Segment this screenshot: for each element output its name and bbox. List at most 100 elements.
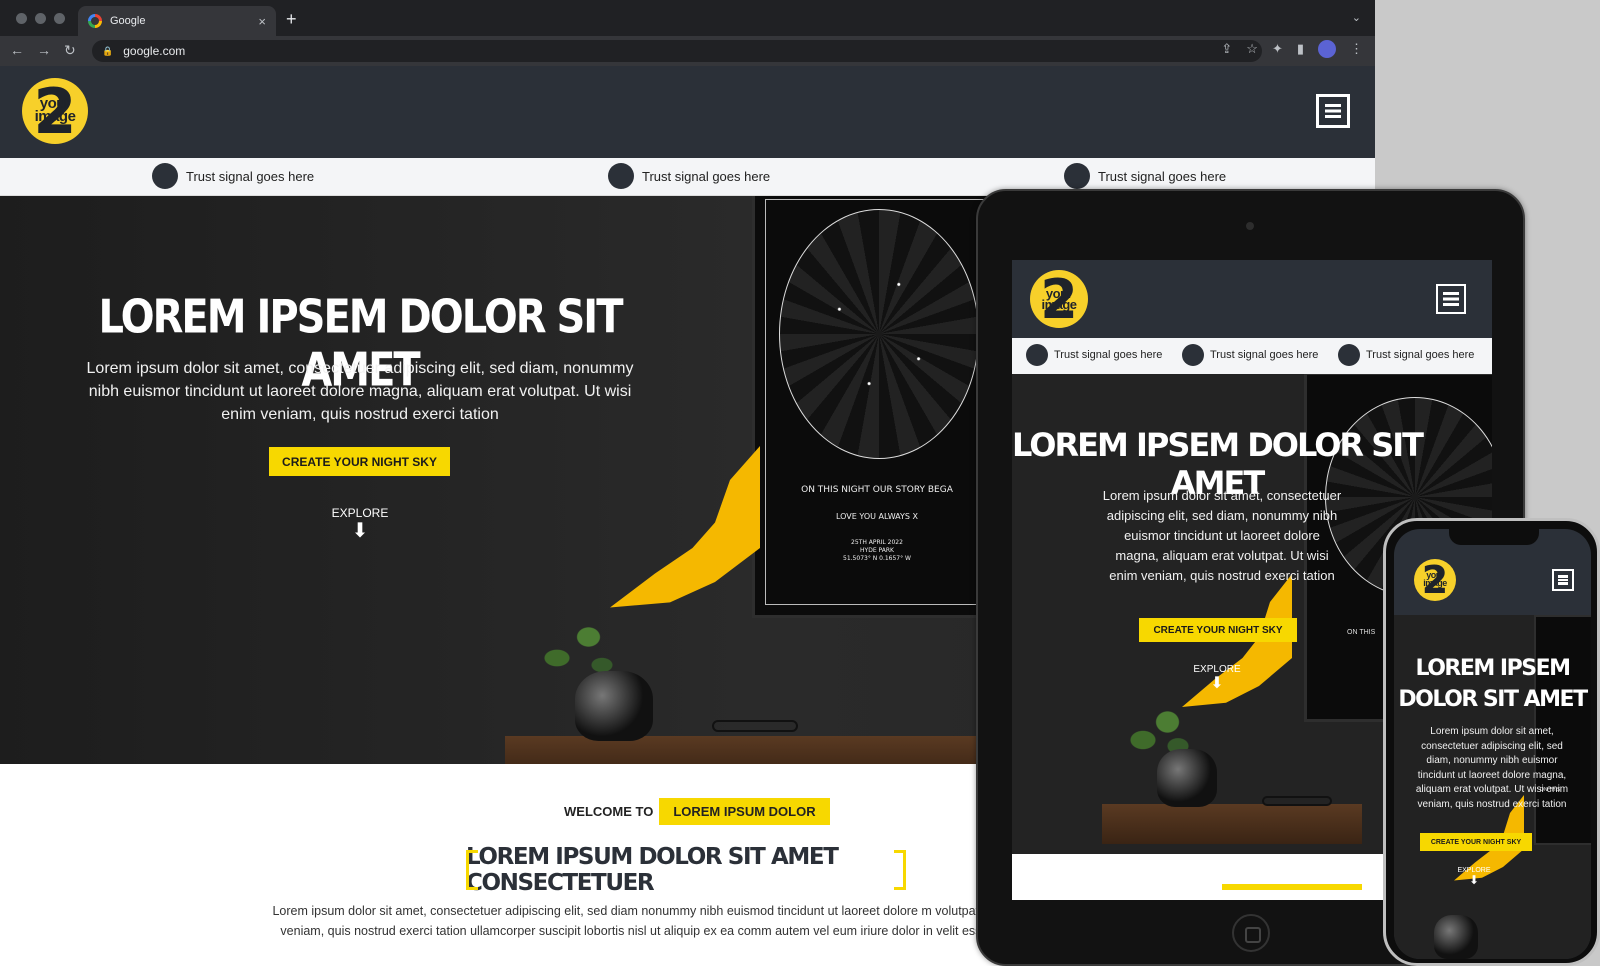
explore-label: EXPLORE bbox=[1193, 664, 1241, 675]
trust-badge-icon bbox=[1026, 344, 1048, 366]
trust-signal-label: Trust signal goes here bbox=[1054, 349, 1163, 361]
brand-logo[interactable]: 2 your image bbox=[1414, 559, 1456, 601]
welcome-highlight-peek bbox=[1222, 884, 1362, 890]
wooden-shelf-image bbox=[505, 736, 1005, 764]
address-toolbar: ← → ↻ 🔒 google.com ⇪ ☆ ✦ ▮ ⋮ bbox=[0, 36, 1375, 66]
section-title-text: LOREM IPSUM DOLOR SIT AMET CONSECTETUER bbox=[466, 844, 839, 896]
tablet-site-header: 2 your image bbox=[1012, 260, 1492, 338]
phone-mockup: 2 your image ON THIS LOREM IPSEM DOLOR S… bbox=[1383, 518, 1600, 966]
back-icon[interactable]: ← bbox=[10, 42, 24, 58]
yellow-brush-stroke bbox=[610, 446, 760, 608]
trust-signal-label: Trust signal goes here bbox=[642, 168, 771, 184]
window-controls bbox=[16, 13, 65, 24]
google-favicon-icon bbox=[88, 14, 102, 28]
trust-badge-icon bbox=[608, 163, 634, 189]
phone-screen: 2 your image ON THIS LOREM IPSEM DOLOR S… bbox=[1394, 529, 1591, 959]
minimize-window-button[interactable] bbox=[35, 13, 46, 24]
forward-icon[interactable]: → bbox=[37, 42, 51, 58]
browser-tab[interactable]: Google × bbox=[78, 6, 276, 36]
poster-line: HYDE PARK bbox=[860, 547, 894, 554]
trust-signal-label: Trust signal goes here bbox=[1210, 349, 1319, 361]
brand-logo[interactable]: 2 your image bbox=[1030, 270, 1088, 328]
hamburger-menu-icon[interactable] bbox=[1436, 284, 1466, 314]
hero-body: Lorem ipsum dolor sit amet, consectetuer… bbox=[86, 360, 634, 423]
site-header: 2 your image bbox=[0, 66, 1375, 158]
hero-body: Lorem ipsum dolor sit amet, consectetuer… bbox=[1102, 488, 1342, 583]
vase-image bbox=[575, 671, 653, 741]
tablet-camera bbox=[1246, 222, 1254, 230]
hamburger-menu-icon[interactable] bbox=[1316, 94, 1350, 128]
trust-signal: Trust signal goes here bbox=[1338, 344, 1474, 366]
url-text: google.com bbox=[123, 44, 186, 58]
address-bar[interactable]: 🔒 google.com bbox=[92, 40, 1262, 62]
trust-signal: Trust signal goes here bbox=[152, 163, 314, 189]
phone-hero: ON THIS LOREM IPSEM DOLOR SIT AMET Lorem… bbox=[1394, 615, 1591, 959]
wooden-shelf-image bbox=[1102, 804, 1362, 844]
tab-search-icon[interactable]: ⌄ bbox=[1352, 11, 1361, 24]
hero-title: LOREM IPSEM DOLOR SIT AMET bbox=[1394, 653, 1591, 715]
trust-signal-label: Trust signal goes here bbox=[1098, 168, 1227, 184]
logo-text: your image bbox=[1041, 285, 1077, 312]
lock-icon: 🔒 bbox=[102, 45, 114, 56]
poster-line: LOVE YOU ALWAYS X bbox=[835, 512, 919, 521]
close-window-button[interactable] bbox=[16, 13, 27, 24]
logo-text: your image bbox=[1423, 570, 1447, 588]
tab-close-icon[interactable]: × bbox=[258, 14, 266, 29]
trust-badge-icon bbox=[1182, 344, 1204, 366]
trust-badge-icon bbox=[152, 163, 178, 189]
poster-line: ON THIS bbox=[1347, 629, 1376, 636]
welcome-heading: WELCOME TO LOREM IPSUM DOLOR bbox=[564, 798, 830, 825]
create-night-sky-button[interactable]: CREATE YOUR NIGHT SKY bbox=[269, 447, 450, 476]
arrow-down-icon: ⬇ bbox=[1210, 675, 1224, 692]
extensions-icon[interactable]: ✦ bbox=[1272, 41, 1283, 57]
phone-notch bbox=[1449, 529, 1539, 545]
vase-image bbox=[1157, 749, 1217, 807]
poster-line: 25TH APRIL 2022 bbox=[851, 539, 903, 546]
trust-badge-icon bbox=[1338, 344, 1360, 366]
trust-badge-icon bbox=[1064, 163, 1090, 189]
maximize-window-button[interactable] bbox=[54, 13, 65, 24]
explore-link[interactable]: EXPLORE ⬇ bbox=[300, 506, 420, 542]
reload-icon[interactable]: ↻ bbox=[64, 42, 76, 59]
trust-signal-label: Trust signal goes here bbox=[186, 168, 315, 184]
trust-signal: Trust signal goes here bbox=[1026, 344, 1162, 366]
bookmark-star-icon[interactable]: ☆ bbox=[1246, 41, 1258, 57]
profile-avatar[interactable] bbox=[1318, 40, 1336, 58]
explore-link[interactable]: EXPLORE ⬇ bbox=[1444, 867, 1504, 887]
toolbar-actions: ⇪ ☆ ✦ ▮ ⋮ bbox=[1221, 40, 1363, 58]
tab-title: Google bbox=[110, 15, 146, 27]
create-night-sky-button[interactable]: CREATE YOUR NIGHT SKY bbox=[1420, 833, 1532, 851]
glasses-image bbox=[1262, 796, 1332, 806]
hero-body: Lorem ipsum dolor sit amet, consectetuer… bbox=[1415, 726, 1569, 810]
new-tab-button[interactable]: + bbox=[286, 9, 297, 30]
star-map-poster: ON THIS NIGHT OUR STORY BEGA LOVE YOU AL… bbox=[752, 196, 1002, 618]
logo-text: your image bbox=[34, 95, 76, 125]
section-title: LOREM IPSUM DOLOR SIT AMET CONSECTETUER bbox=[466, 844, 906, 896]
bracket-left-icon bbox=[466, 850, 478, 890]
trust-signal: Trust signal goes here bbox=[608, 163, 770, 189]
explore-label: EXPLORE bbox=[331, 506, 389, 520]
trust-signal: Trust signal goes here bbox=[1182, 344, 1318, 366]
hero-title-line: DOLOR SIT AMET bbox=[1398, 687, 1588, 712]
explore-link[interactable]: EXPLORE ⬇ bbox=[1172, 664, 1262, 693]
arrow-down-icon: ⬇ bbox=[351, 520, 369, 542]
glasses-image bbox=[712, 720, 798, 732]
bracket-right-icon bbox=[894, 850, 906, 890]
tablet-trust-strip: Trust signal goes here Trust signal goes… bbox=[1012, 338, 1492, 374]
side-panel-icon[interactable]: ▮ bbox=[1297, 41, 1304, 57]
trust-signal: Trust signal goes here bbox=[1064, 163, 1226, 189]
create-night-sky-button[interactable]: CREATE YOUR NIGHT SKY bbox=[1139, 618, 1297, 642]
poster-line: ON THIS NIGHT OUR STORY BEGA bbox=[801, 485, 953, 495]
hero-title-line: LOREM IPSEM bbox=[1415, 656, 1571, 681]
welcome-prefix: WELCOME TO bbox=[564, 804, 654, 819]
trust-signal-label: Trust signal goes here bbox=[1366, 349, 1475, 361]
yellow-brush-stroke bbox=[1182, 574, 1292, 707]
hamburger-menu-icon[interactable] bbox=[1552, 569, 1574, 591]
vase-image bbox=[1434, 915, 1478, 959]
arrow-down-icon: ⬇ bbox=[1468, 873, 1480, 887]
brand-logo[interactable]: 2 your image bbox=[22, 78, 88, 144]
browser-menu-icon[interactable]: ⋮ bbox=[1350, 41, 1363, 57]
tablet-home-button bbox=[1232, 914, 1270, 952]
star-map-image bbox=[779, 209, 979, 459]
share-icon[interactable]: ⇪ bbox=[1221, 41, 1232, 57]
